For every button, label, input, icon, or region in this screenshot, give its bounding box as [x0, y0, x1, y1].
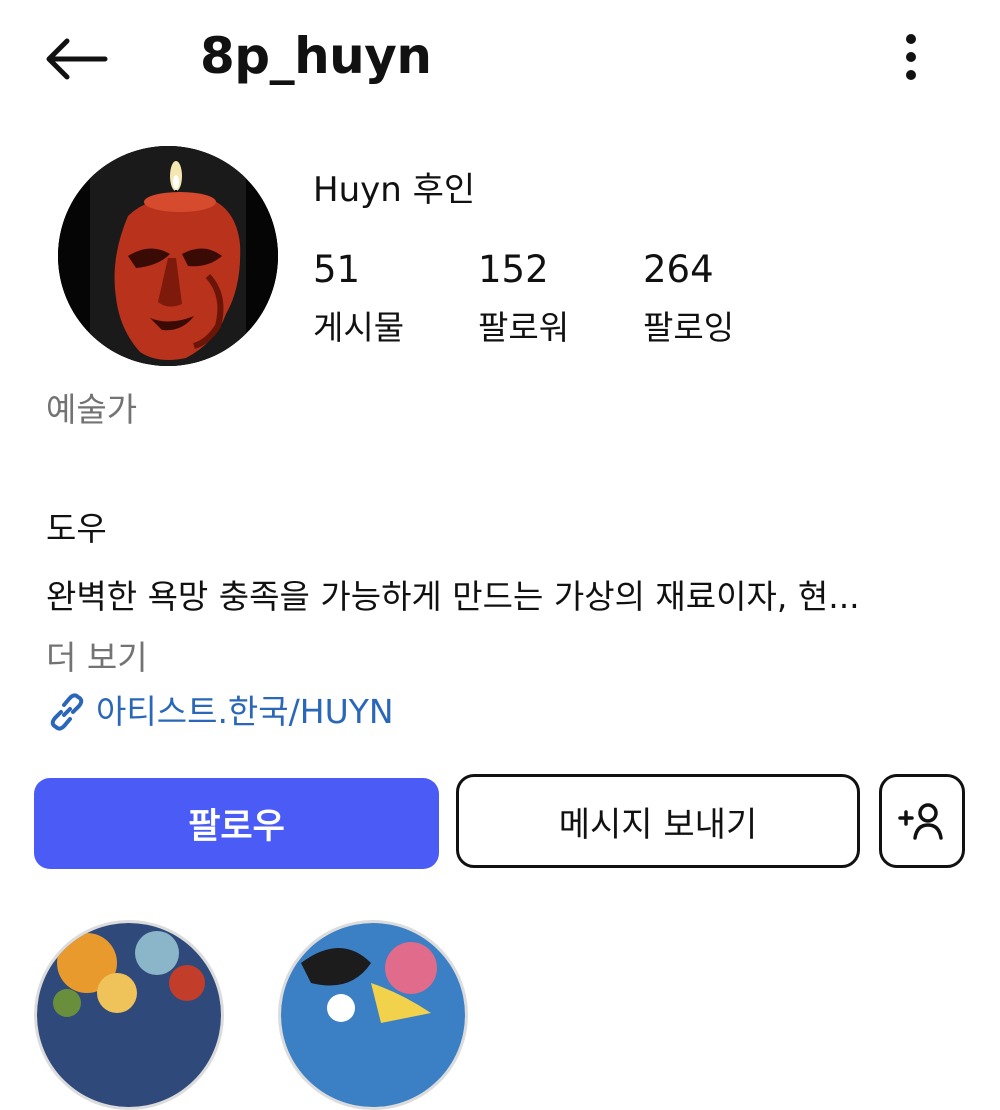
followers-label: 팔로워 — [478, 308, 570, 347]
following-label: 팔로잉 — [643, 308, 735, 347]
profile-username: 8p_huyn — [200, 27, 432, 85]
profile-category: 예술가 — [46, 390, 138, 429]
story-highlight[interactable] — [278, 920, 468, 1110]
link-icon — [50, 693, 84, 731]
bio-text: 완벽한 욕망 충족을 가능하게 만드는 가상의 재료이자, 현... — [46, 577, 860, 616]
bio-name: 도우 — [46, 509, 107, 548]
website-text: 아티스트.한국/HUYN — [96, 692, 394, 731]
add-user-icon — [898, 803, 943, 840]
bio-more-link[interactable]: 더 보기 — [46, 636, 148, 680]
more-vertical-icon — [906, 34, 916, 80]
avatar[interactable] — [58, 146, 278, 366]
stat-following[interactable]: 264 팔로잉 — [643, 248, 734, 350]
message-button[interactable]: 메시지 보내기 — [456, 774, 860, 868]
more-options-button[interactable] — [884, 26, 938, 88]
posts-label: 게시물 — [313, 308, 405, 347]
posts-count: 51 — [313, 248, 361, 291]
story-highlight[interactable] — [34, 920, 224, 1110]
add-user-button[interactable] — [879, 774, 965, 868]
highlight-artwork — [37, 923, 221, 1107]
stat-posts[interactable]: 51 게시물 — [313, 248, 404, 350]
back-button[interactable] — [38, 28, 114, 90]
follow-button[interactable]: 팔로우 — [34, 778, 439, 869]
candle-face-avatar — [58, 146, 278, 366]
arrow-left-icon — [46, 38, 108, 80]
highlight-artwork — [281, 923, 465, 1107]
following-count: 264 — [643, 248, 714, 291]
stat-followers[interactable]: 152 팔로워 — [478, 248, 569, 350]
website-link[interactable]: 아티스트.한국/HUYN — [46, 690, 394, 734]
followers-count: 152 — [478, 248, 549, 291]
display-name: Huyn 후인 — [313, 170, 476, 210]
